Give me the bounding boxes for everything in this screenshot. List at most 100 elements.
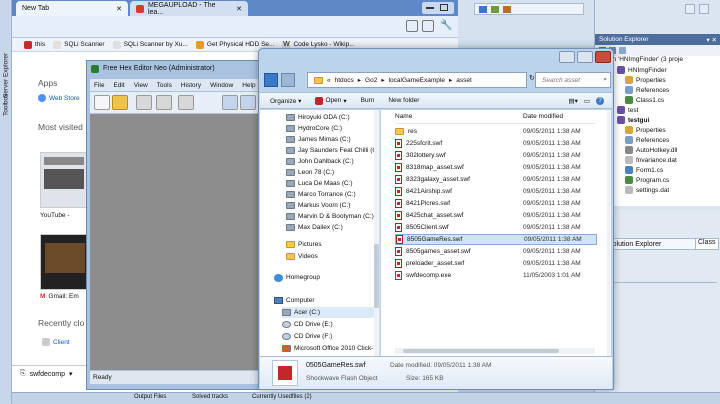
nav-item[interactable]: Markus Voom (C:) (286, 200, 350, 211)
tree-item[interactable]: Program.cs (625, 176, 669, 184)
nav-item[interactable]: James Mimas (C:) (286, 134, 351, 145)
bookmark-sqli-scanner-xu[interactable]: SQLi Scanner by Xu... (112, 40, 188, 49)
bottom-tab-solved[interactable]: Solved tracks (192, 394, 228, 400)
most-visited-thumb[interactable] (40, 234, 90, 290)
tree-item[interactable]: settings.dat (625, 186, 669, 194)
tree-item[interactable]: test (617, 106, 638, 114)
nav-item[interactable]: John Dahlback (C:) (286, 156, 354, 167)
bottom-tab-used[interactable]: Currently Usedfiles (2) (252, 394, 312, 400)
file-row[interactable]: 8421Picres.swf 09/05/2011 1:38 AM (395, 198, 597, 209)
file-row[interactable]: 225sfcrit.swf 09/05/2011 1:38 AM (395, 138, 597, 149)
thumb-gmail[interactable]: M Gmail: Em (40, 293, 79, 300)
vs-tool-icon[interactable] (503, 6, 511, 13)
open-button[interactable]: Open ▾ (315, 96, 347, 105)
tree-item[interactable]: HNImgFinder (617, 66, 667, 74)
file-row[interactable]: 8425chat_asset.swf 09/05/2011 1:38 AM (395, 210, 597, 221)
breadcrumb-item[interactable]: localGameExample (389, 77, 445, 84)
column-header-name[interactable]: Name (395, 113, 523, 123)
nav-item[interactable]: Marco Torrance (C:) (286, 189, 356, 200)
forward-icon[interactable] (281, 73, 295, 87)
client-link[interactable]: Client (42, 338, 70, 346)
maximize-icon[interactable] (577, 51, 593, 63)
chevron-down-icon[interactable]: ▾ (69, 370, 73, 378)
breadcrumb-item[interactable]: Go2 (365, 77, 377, 84)
maximize-icon[interactable] (699, 4, 709, 14)
pin-icon[interactable]: ▾ ✕ (706, 36, 717, 44)
nav-item[interactable]: Microsoft Office 2010 Click- (282, 343, 373, 354)
undo-icon[interactable] (222, 95, 238, 110)
nav-item[interactable]: Hiroyuki ODA (C:) (286, 112, 350, 123)
close-icon[interactable]: ✕ (236, 5, 242, 13)
se-tool-icon[interactable] (619, 47, 626, 54)
file-row[interactable]: swfdecomp.exe 11/05/2003 1:01 AM (395, 270, 597, 281)
nav-item[interactable]: Max Dailex (C:) (286, 222, 343, 233)
nav-item-videos[interactable]: Videos (286, 251, 318, 262)
nav-item[interactable]: HydroCore (C:) (286, 123, 342, 134)
bookmark-sqli-scanner[interactable]: SQLi Scanner (53, 40, 105, 49)
redo-icon[interactable] (240, 95, 256, 110)
download-item[interactable]: ⎘ swfdecomp ▾ (20, 370, 73, 378)
tree-item[interactable]: AutoHotkey.dll (625, 146, 677, 154)
file-row[interactable]: 8505Client.swf 09/05/2011 1:38 AM (395, 222, 597, 233)
breadcrumb-item[interactable]: asset (456, 77, 472, 84)
file-row[interactable]: 8318map_asset.swf 09/05/2011 1:38 AM (395, 162, 597, 173)
new-folder-button[interactable]: New folder (388, 97, 419, 104)
nav-item-acer[interactable]: Acer (C:) (282, 307, 378, 318)
breadcrumb-item[interactable]: htdocs (335, 77, 354, 84)
file-row[interactable]: 302lottery.swf 09/05/2011 1:38 AM (395, 150, 597, 161)
file-row[interactable]: res 09/05/2011 1:38 AM (395, 126, 597, 137)
save-all-icon[interactable] (156, 95, 172, 110)
back-icon[interactable] (264, 73, 278, 87)
se-tab-solution-explorer[interactable]: Solution Explorer (608, 241, 661, 248)
scroll-thumb[interactable] (403, 349, 559, 353)
nav-item-computer[interactable]: Computer (274, 295, 315, 306)
files-scrollbar[interactable] (607, 110, 611, 356)
save-icon[interactable] (136, 95, 152, 110)
minimize-icon[interactable] (685, 4, 695, 14)
menu-edit[interactable]: Edit (113, 82, 124, 89)
search-input[interactable]: Search asset ⌕ (535, 72, 611, 88)
horizontal-scrollbar[interactable] (395, 348, 595, 354)
close-icon[interactable]: ✕ (116, 5, 122, 13)
nav-item[interactable]: Leon 78 (C:) (286, 167, 334, 178)
print-icon[interactable] (178, 95, 194, 110)
file-row[interactable]: 8505GameRes.swf 09/05/2011 1:38 AM (395, 234, 597, 245)
minimize-icon[interactable] (426, 7, 434, 9)
minimize-icon[interactable] (559, 51, 575, 63)
close-icon[interactable] (595, 51, 611, 63)
menu-help[interactable]: Help (242, 82, 255, 89)
tree-item[interactable]: testgui (617, 116, 649, 124)
tree-item[interactable]: References (625, 86, 669, 94)
nav-scrollbar[interactable] (374, 110, 379, 356)
nav-item[interactable]: Marvin D & Bootyman (C:) (286, 211, 374, 222)
view-options-icon[interactable]: ▤▾ (568, 97, 577, 105)
menu-history[interactable]: History (181, 82, 201, 89)
nav-item-pictures[interactable]: Pictures (286, 239, 321, 250)
menu-file[interactable]: File (94, 82, 104, 89)
tree-item[interactable]: References (625, 136, 669, 144)
bookmark-manager-icon[interactable] (422, 20, 434, 32)
preview-pane-icon[interactable]: ▭ (584, 97, 590, 105)
tab-new-tab[interactable]: New Tab ✕ (16, 1, 128, 16)
maximize-icon[interactable] (440, 4, 448, 11)
tree-item[interactable]: Properties (625, 126, 666, 134)
menu-window[interactable]: Window (210, 82, 233, 89)
toolbox-tab[interactable]: Toolbox (1, 80, 11, 130)
tree-item[interactable]: Properties (625, 76, 666, 84)
column-header-date[interactable]: Date modified (523, 113, 563, 123)
wrench-icon[interactable]: 🔧 (440, 20, 452, 32)
file-row[interactable]: 8505games_asset.swf 09/05/2011 1:38 AM (395, 246, 597, 257)
menu-view[interactable]: View (134, 82, 148, 89)
class-view-tab[interactable]: Class (695, 238, 719, 250)
organize-button[interactable]: Organize ▾ (270, 97, 301, 105)
web-store-link[interactable]: Web Store (38, 94, 80, 102)
nav-item-homegroup[interactable]: Homegroup (274, 272, 320, 283)
nav-item[interactable]: Luca De Maas (C:) (286, 178, 353, 189)
file-row[interactable]: preloader_asset.swf 09/05/2011 1:38 AM (395, 258, 597, 269)
most-visited-thumb[interactable] (40, 152, 90, 208)
file-row[interactable]: 8421Airship.swf 09/05/2011 1:38 AM (395, 186, 597, 197)
scroll-thumb[interactable] (374, 244, 379, 308)
tree-item[interactable]: fnvariance.dat (625, 156, 677, 164)
burn-button[interactable]: Burn (361, 97, 375, 104)
file-row[interactable]: 8323galaxy_asset.swf 09/05/2011 1:38 AM (395, 174, 597, 185)
